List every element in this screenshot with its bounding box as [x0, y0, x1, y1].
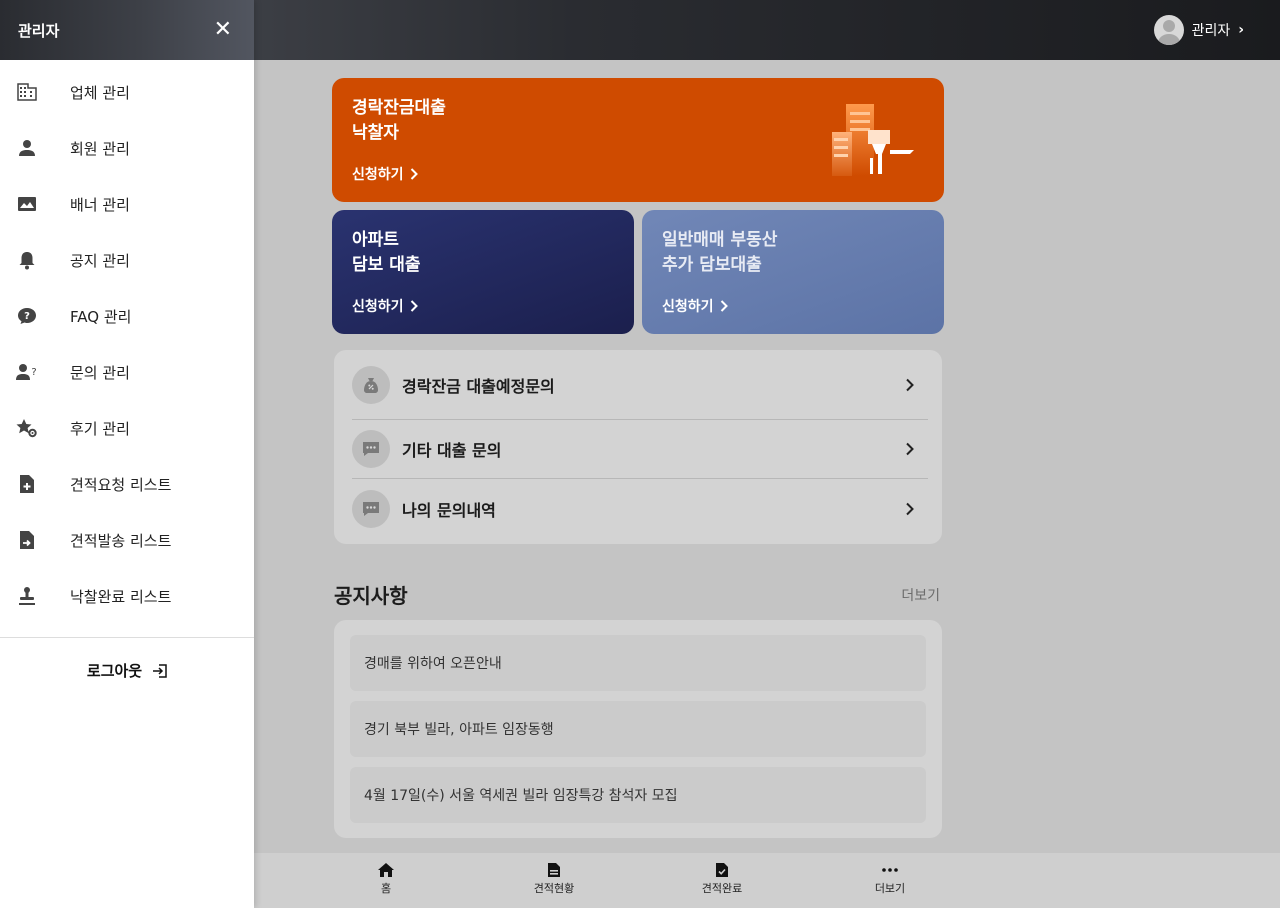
star-gear-icon: [16, 417, 38, 439]
sidebar-menu: 업체 관리 회원 관리 배너 관리 공지 관리 ? FAQ 관리 ? 문의 관리…: [0, 60, 254, 624]
notice-item[interactable]: 경기 북부 빌라, 아파트 임장동행: [350, 701, 926, 757]
logout-label: 로그아웃: [86, 662, 143, 680]
chevron-right-icon: ›: [1238, 22, 1244, 38]
apply-link[interactable]: 신청하기: [352, 164, 418, 184]
notice-list: 경매를 위하여 오픈안내 경기 북부 빌라, 아파트 임장동행 4월 17일(수…: [334, 620, 942, 838]
stamp-icon: [16, 585, 38, 607]
divider: [0, 637, 254, 638]
banner-additional-loan[interactable]: 일반매매 부동산 추가 담보대출 신청하기: [642, 210, 944, 334]
notice-more-link[interactable]: 더보기: [901, 585, 940, 605]
sidebar-item-label: 공지 관리: [70, 251, 130, 270]
apply-label: 신청하기: [662, 299, 714, 315]
user-name: 관리자: [1191, 23, 1231, 39]
nav-label: 견적완료: [701, 882, 743, 895]
main-content: 경락잔금대출 낙찰자 신청하기 아파트 담보 대출 신청하기 일반매매 부동산 …: [254, 60, 1280, 853]
logout-button[interactable]: 로그아웃: [0, 660, 254, 681]
nav-quote-complete[interactable]: 견적완료: [682, 862, 762, 896]
chevron-right-icon: [410, 300, 418, 312]
file-send-icon: [16, 529, 38, 551]
user-menu[interactable]: 관리자 ›: [1153, 15, 1244, 45]
apply-label: 신청하기: [352, 299, 404, 315]
chevron-right-icon: [906, 442, 914, 456]
nav-quote-status[interactable]: 견적현황: [514, 862, 594, 896]
nav-home[interactable]: 홈: [346, 862, 426, 896]
home-icon: [378, 863, 394, 877]
sidebar-item-inquiries[interactable]: ? 문의 관리: [0, 344, 254, 400]
bottom-nav: 홈 견적현황 견적완료 더보기: [254, 853, 1280, 908]
sidebar-item-reviews[interactable]: 후기 관리: [0, 400, 254, 456]
building-icon: [16, 81, 38, 103]
apply-label: 신청하기: [352, 167, 404, 183]
chevron-right-icon: [720, 300, 728, 312]
sidebar-item-label: 배너 관리: [70, 195, 130, 214]
sidebar-item-faq[interactable]: ? FAQ 관리: [0, 288, 254, 344]
chevron-right-icon: [906, 502, 914, 515]
banner-title: 일반매매 부동산 추가 담보대출: [662, 230, 778, 275]
svg-text:?: ?: [24, 311, 30, 322]
sidebar-item-bid-complete[interactable]: 낙찰완료 리스트: [0, 568, 254, 624]
chevron-right-icon: [410, 168, 418, 180]
inquiry-row-my-inquiries[interactable]: 나의 문의내역: [352, 479, 928, 538]
logout-icon: [153, 663, 167, 678]
notice-item[interactable]: 경매를 위하여 오픈안내: [350, 635, 926, 691]
file-plus-icon: [16, 473, 38, 495]
apply-link[interactable]: 신청하기: [662, 296, 728, 316]
banner-apartment-loan[interactable]: 아파트 담보 대출 신청하기: [332, 210, 634, 334]
sidebar-item-label: 업체 관리: [70, 83, 130, 102]
nav-label: 더보기: [874, 882, 906, 895]
sidebar-item-label: 후기 관리: [70, 419, 130, 438]
person-question-icon: ?: [16, 361, 38, 383]
more-icon: [882, 868, 898, 872]
inquiry-label: 기타 대출 문의: [402, 441, 502, 460]
sidebar-item-banners[interactable]: 배너 관리: [0, 176, 254, 232]
document-icon: [548, 863, 560, 877]
sidebar-title: 관리자: [18, 21, 60, 40]
notice-item[interactable]: 4월 17일(수) 서울 역세권 빌라 임장특강 참석자 모집: [350, 767, 926, 823]
inquiry-row-other-loan[interactable]: 기타 대출 문의: [352, 420, 928, 479]
banner-title: 아파트 담보 대출: [352, 230, 421, 275]
inquiry-label: 경락잔금 대출예정문의: [402, 376, 555, 396]
svg-text:?: ?: [31, 367, 36, 378]
chat-icon: [352, 430, 390, 468]
close-icon[interactable]: ✕: [214, 19, 232, 41]
document-check-icon: [716, 863, 728, 877]
apply-link[interactable]: 신청하기: [352, 296, 418, 316]
admin-sidebar: 관리자 ✕ 업체 관리 회원 관리 배너 관리 공지 관리 ? FAQ 관리 ?…: [0, 0, 254, 908]
nav-label: 견적현황: [533, 882, 575, 895]
notice-title: 공지사항: [334, 584, 408, 608]
bell-icon: [16, 249, 38, 271]
inquiry-row-auction[interactable]: 경락잔금 대출예정문의: [352, 350, 928, 420]
sidebar-item-label: 낙찰완료 리스트: [70, 587, 172, 606]
sidebar-item-label: 회원 관리: [70, 139, 130, 158]
avatar: [1153, 15, 1184, 45]
building-illustration-icon: [832, 104, 914, 176]
inquiry-label: 나의 문의내역: [402, 500, 496, 520]
notice-header: 공지사항 더보기: [334, 580, 940, 609]
sidebar-item-label: FAQ 관리: [70, 307, 132, 326]
sidebar-item-label: 견적발송 리스트: [70, 531, 172, 550]
chevron-right-icon: [906, 378, 914, 391]
inquiry-card: 경락잔금 대출예정문의 기타 대출 문의 나의 문의내역: [334, 350, 942, 544]
sidebar-header: 관리자 ✕: [0, 0, 254, 60]
sidebar-item-notices[interactable]: 공지 관리: [0, 232, 254, 288]
sidebar-item-label: 견적요청 리스트: [70, 475, 172, 494]
nav-label: 홈: [380, 882, 392, 895]
sidebar-item-label: 문의 관리: [70, 363, 130, 382]
image-icon: [16, 193, 38, 215]
sidebar-item-quote-sent[interactable]: 견적발송 리스트: [0, 512, 254, 568]
nav-more[interactable]: 더보기: [850, 862, 930, 896]
faq-bubble-icon: ?: [16, 305, 38, 327]
sidebar-item-quote-requests[interactable]: 견적요청 리스트: [0, 456, 254, 512]
person-icon: [16, 137, 38, 159]
sidebar-item-members[interactable]: 회원 관리: [0, 120, 254, 176]
chat-icon: [352, 489, 390, 528]
sidebar-item-companies[interactable]: 업체 관리: [0, 64, 254, 120]
money-bag-icon: [352, 365, 390, 404]
banner-auction-loan[interactable]: 경락잔금대출 낙찰자 신청하기: [332, 78, 944, 202]
